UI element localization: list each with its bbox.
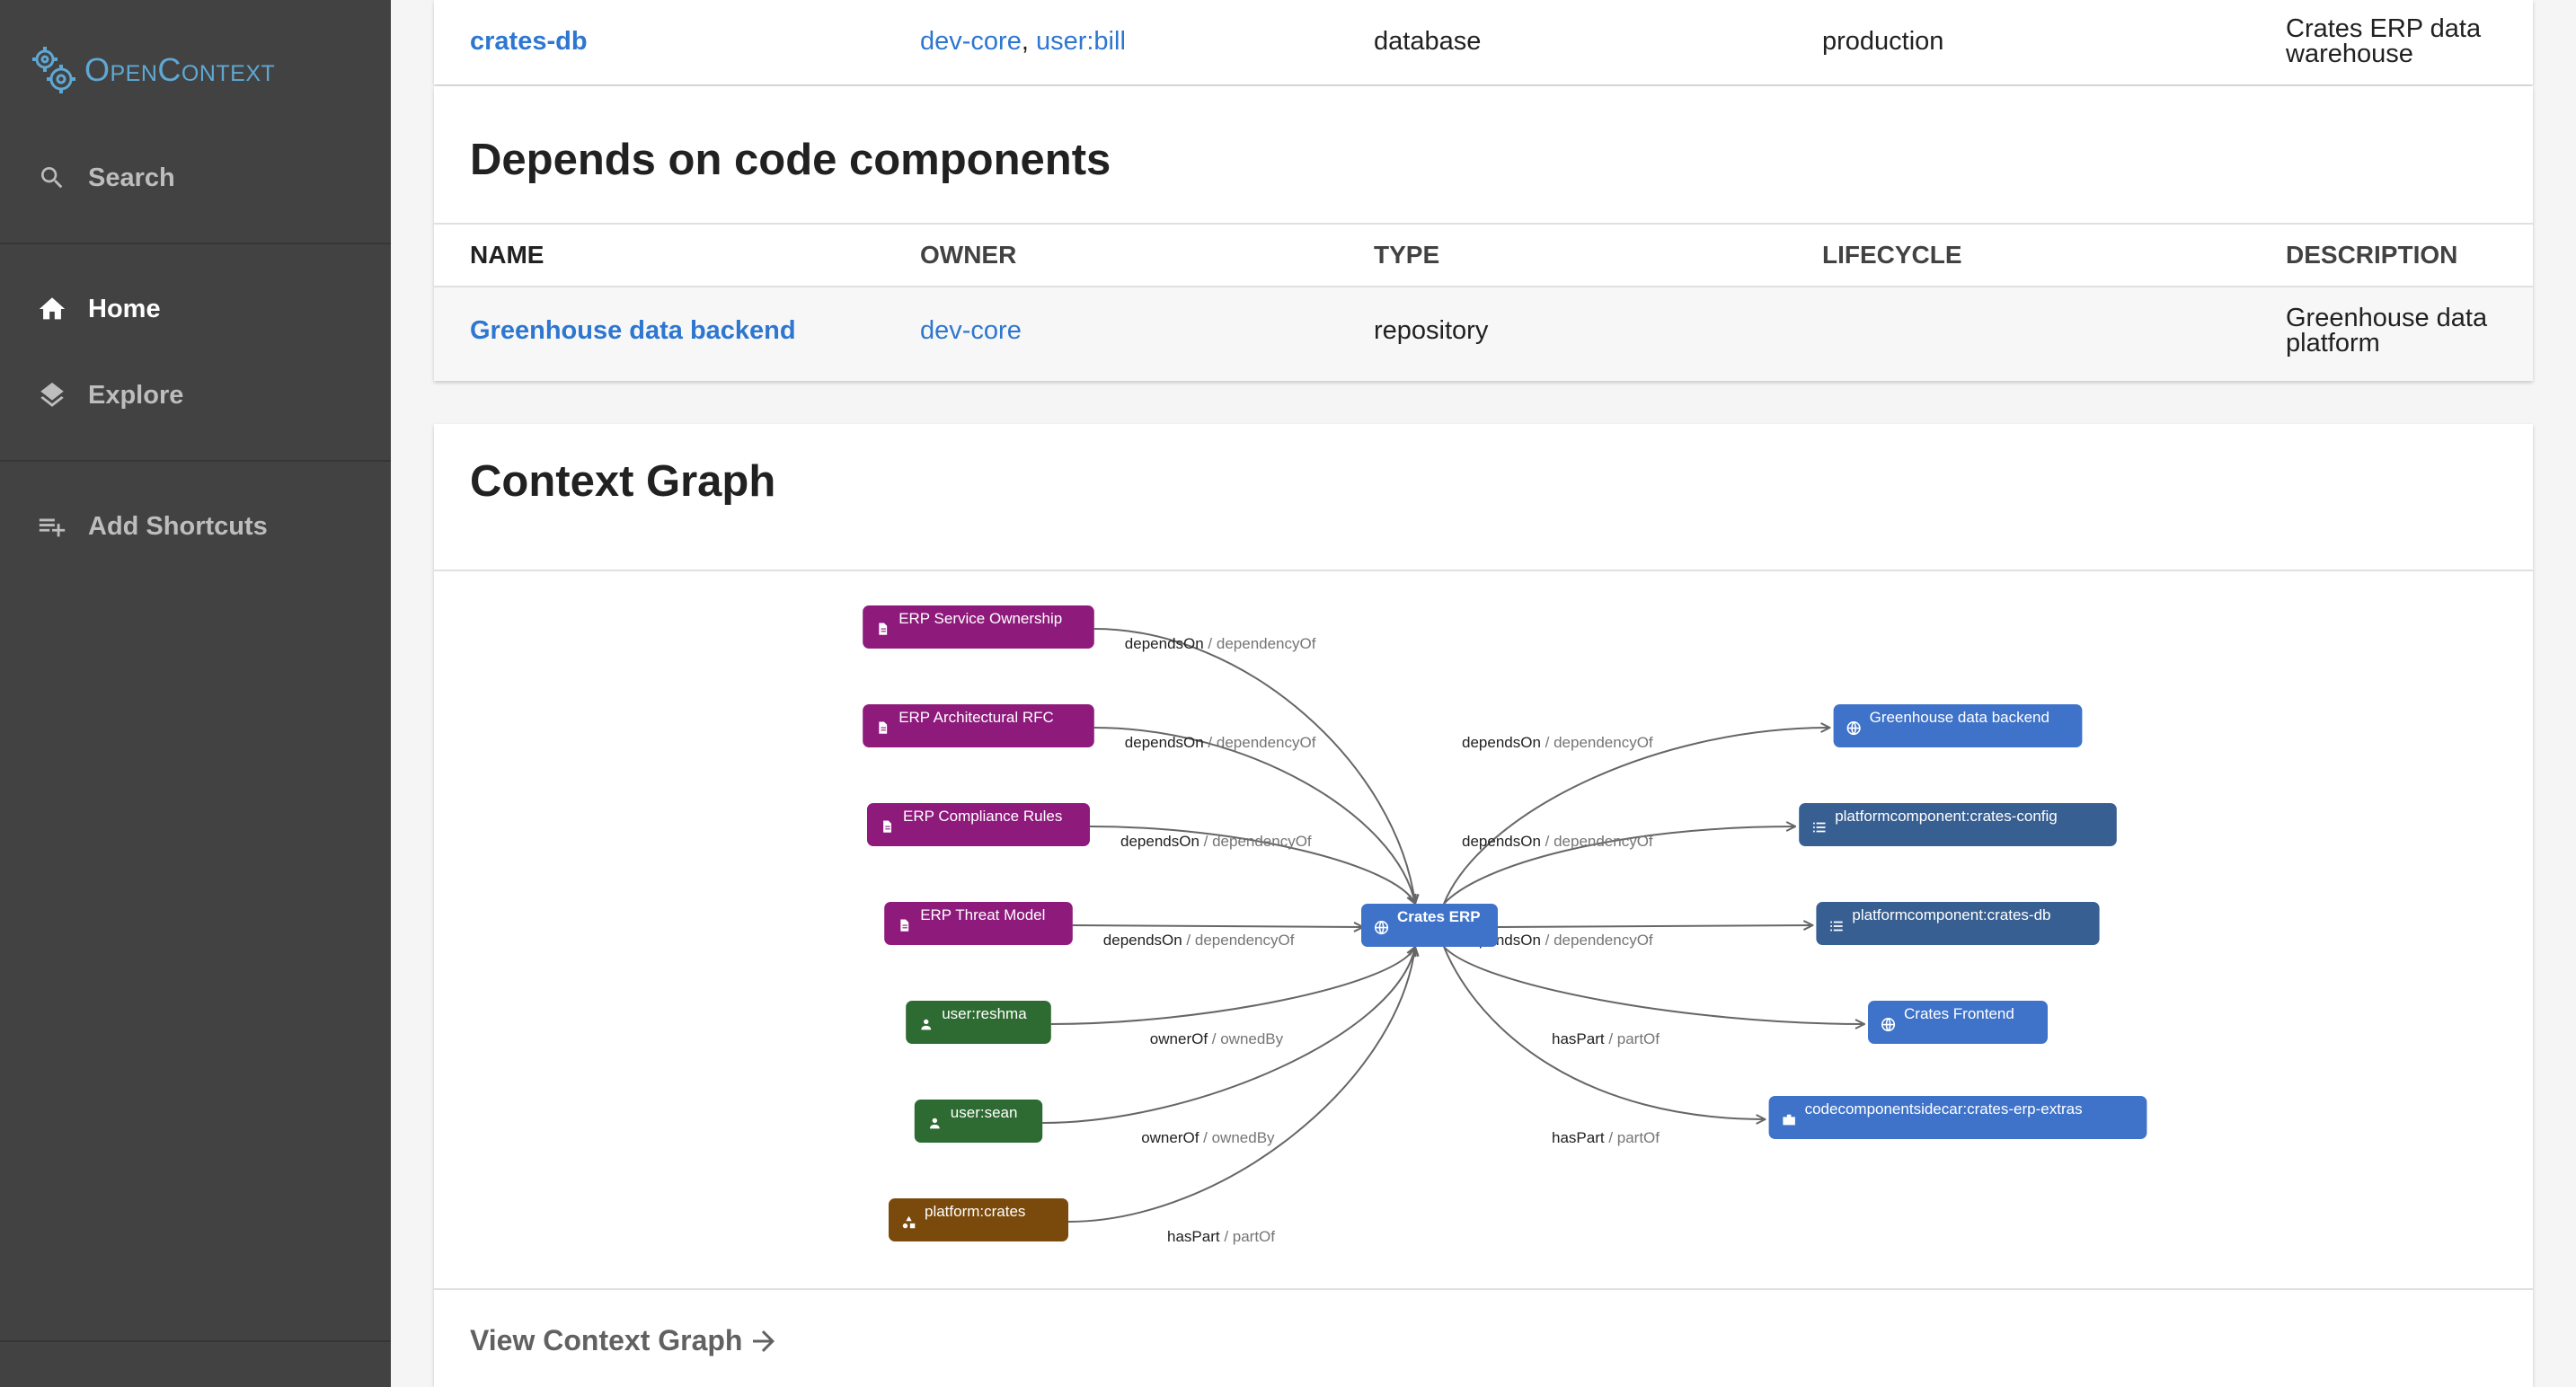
graph-node-label: platformcomponent:crates-config xyxy=(1835,808,2058,825)
sidebar-divider xyxy=(0,1340,391,1342)
type-cell: repository xyxy=(1374,316,1489,345)
playlist-add-icon xyxy=(36,510,68,543)
document-icon xyxy=(878,622,889,636)
graph-node[interactable]: ERP Compliance Rules xyxy=(867,803,1090,846)
sidebar-item-search[interactable]: Search xyxy=(0,146,391,210)
owner-separator: , xyxy=(1021,27,1029,56)
description-line: warehouse xyxy=(2286,40,2413,68)
sidebar-item-label: Explore xyxy=(88,380,184,410)
graph-node-label: codecomponentsidecar:crates-erp-extras xyxy=(1805,1100,2083,1118)
sidebar-item-home[interactable]: Home xyxy=(0,277,391,341)
search-icon xyxy=(36,162,68,194)
home-icon xyxy=(36,293,68,325)
code-components-card: Depends on code components NAME OWNER TY… xyxy=(434,86,2533,381)
edge-label: hasPart / partOf xyxy=(1167,1228,1275,1245)
arrow-right-icon xyxy=(753,1330,775,1352)
graph-node-label: ERP Threat Model xyxy=(920,906,1045,923)
graph-node[interactable]: Greenhouse data backend xyxy=(1833,704,2083,747)
edge-label: dependsOn / dependencyOf xyxy=(1120,833,1312,850)
sidebar-item-label: Add Shortcuts xyxy=(88,511,268,541)
graph-node-label: ERP Compliance Rules xyxy=(903,808,1062,825)
gears-icon xyxy=(32,47,75,93)
column-header-description[interactable]: DESCRIPTION xyxy=(2286,243,2457,268)
section-title: Depends on code components xyxy=(470,136,1111,184)
graph-edge xyxy=(1093,628,1415,904)
graph-node[interactable]: platform:crates xyxy=(889,1198,1068,1241)
edge-label: dependsOn / dependencyOf xyxy=(1103,932,1295,949)
logo[interactable]: OpenContext xyxy=(29,41,275,99)
edge-label: hasPart / partOf xyxy=(1552,1030,1660,1047)
sidebar: OpenContext Search Home Explore Add Shor… xyxy=(0,0,391,1387)
graph-edge xyxy=(1072,925,1363,927)
table-row: Greenhouse data backend dev-core reposit… xyxy=(434,287,2533,381)
component-name-link[interactable]: crates-db xyxy=(470,29,588,55)
graph-edge xyxy=(1495,925,1812,927)
table-divider xyxy=(434,223,2533,225)
layers-icon xyxy=(36,379,68,411)
main-content: crates-db dev-core, user:bill database p… xyxy=(391,0,2576,1387)
graph-node[interactable]: ERP Threat Model xyxy=(884,902,1073,945)
edge-label: dependsOn / dependencyOf xyxy=(1125,635,1316,652)
graph-node[interactable]: ERP Architectural RFC xyxy=(863,704,1094,747)
graph-node[interactable]: Crates Frontend xyxy=(1868,1001,2048,1044)
graph-node-label: user:reshma xyxy=(942,1005,1027,1022)
column-header-owner[interactable]: OWNER xyxy=(920,243,1016,268)
platform-components-table: crates-db dev-core, user:bill database p… xyxy=(434,0,2533,84)
graph-edge xyxy=(1443,728,1830,905)
document-icon xyxy=(878,720,889,735)
graph-node[interactable]: user:reshma xyxy=(906,1001,1051,1044)
graph-edge xyxy=(1050,947,1415,1025)
graph-node[interactable]: user:sean xyxy=(914,1100,1043,1143)
edge-label: dependsOn / dependencyOf xyxy=(1462,833,1653,850)
document-icon xyxy=(882,819,893,834)
graph-center-node[interactable]: Crates ERP xyxy=(1361,904,1498,947)
context-graph[interactable]: dependsOn / dependencyOf dependsOn / depe… xyxy=(434,571,2533,1290)
view-context-graph-label: View Context Graph xyxy=(470,1324,743,1356)
owner-link[interactable]: dev-core xyxy=(920,27,1022,56)
logo-text: OpenContext xyxy=(84,51,276,88)
graph-node[interactable]: platformcomponent:crates-config xyxy=(1799,803,2117,846)
graph-node[interactable]: ERP Service Ownership xyxy=(863,605,1094,649)
description-cell: Crates ERP data warehouse xyxy=(2286,16,2481,68)
document-icon xyxy=(899,918,910,932)
context-graph-card: Context Graph dependsOn / dependencyOf de… xyxy=(434,424,2533,1387)
graph-node-label: platform:crates xyxy=(925,1203,1025,1220)
graph-edge xyxy=(1443,946,1864,1024)
sidebar-divider xyxy=(0,460,391,462)
sidebar-item-label: Home xyxy=(88,294,161,323)
sidebar-item-explore[interactable]: Explore xyxy=(0,363,391,428)
type-cell: database xyxy=(1374,27,1482,56)
column-header-lifecycle[interactable]: LIFECYCLE xyxy=(1822,243,1962,268)
edge-label: hasPart / partOf xyxy=(1552,1129,1660,1146)
sidebar-item-label: Search xyxy=(88,163,175,192)
owner-cell: dev-core, user:bill xyxy=(920,27,1126,56)
edge-label: ownerOf / ownedBy xyxy=(1141,1129,1275,1146)
graph-node-label: user:sean xyxy=(951,1104,1018,1121)
view-context-graph-link[interactable]: View Context Graph xyxy=(470,1324,782,1357)
graph-edge xyxy=(1093,727,1415,904)
edge-label: dependsOn / dependencyOf xyxy=(1462,734,1653,751)
sidebar-item-add-shortcuts[interactable]: Add Shortcuts xyxy=(0,494,391,559)
owner-link[interactable]: user:bill xyxy=(1036,27,1126,56)
graph-node-label: platformcomponent:crates-db xyxy=(1852,906,2050,923)
column-header-name[interactable]: NAME xyxy=(470,243,544,268)
owner-link[interactable]: dev-core xyxy=(920,318,1022,344)
graph-node-label: Crates Frontend xyxy=(1904,1005,2014,1022)
lifecycle-cell: production xyxy=(1822,27,1944,56)
edge-label: ownerOf / ownedBy xyxy=(1150,1030,1284,1047)
graph-node-label: ERP Architectural RFC xyxy=(899,709,1054,726)
graph-node[interactable]: platformcomponent:crates-db xyxy=(1816,902,2100,945)
column-header-type[interactable]: TYPE xyxy=(1374,243,1439,268)
component-name-link[interactable]: Greenhouse data backend xyxy=(470,318,796,344)
graph-node[interactable]: codecomponentsidecar:crates-erp-extras xyxy=(1768,1096,2147,1139)
sidebar-divider xyxy=(0,243,391,244)
section-title: Context Graph xyxy=(470,457,776,506)
description-line: platform xyxy=(2286,329,2380,358)
description-cell: Greenhouse data platform xyxy=(2286,305,2487,358)
graph-node-label: Crates ERP xyxy=(1397,908,1481,925)
graph-node-label: Greenhouse data backend xyxy=(1870,709,2049,726)
card-divider xyxy=(434,1288,2533,1290)
edge-label: dependsOn / dependencyOf xyxy=(1125,734,1316,751)
graph-node-label: ERP Service Ownership xyxy=(899,610,1062,627)
